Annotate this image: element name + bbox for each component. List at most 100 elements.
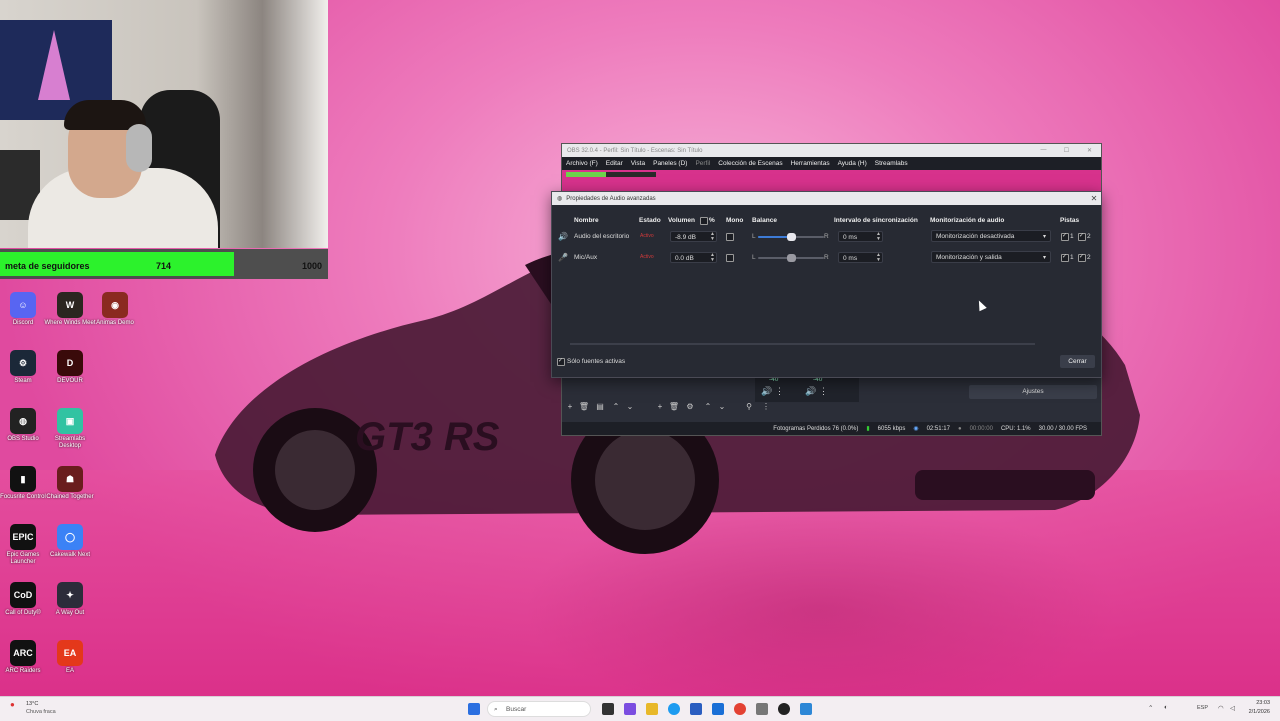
task-view-icon[interactable] bbox=[602, 703, 614, 715]
store-icon[interactable] bbox=[690, 703, 702, 715]
mono-checkbox[interactable] bbox=[726, 233, 734, 241]
weather-temp[interactable]: 13°C bbox=[26, 701, 38, 707]
monitoring-select[interactable]: Monitorización y salida ▾ bbox=[931, 251, 1051, 263]
desktop-icon[interactable]: ◯ Cakewalk Next bbox=[44, 524, 96, 559]
app-icon: ARC bbox=[10, 640, 36, 666]
wifi-icon[interactable]: ◠ bbox=[1218, 704, 1224, 712]
menu-item[interactable]: Archivo (F) bbox=[562, 160, 602, 167]
arrow-up-icon[interactable]: ⌃ bbox=[702, 402, 714, 412]
maximize-icon[interactable]: ☐ bbox=[1055, 147, 1078, 154]
menu-item[interactable]: Herramientas bbox=[787, 160, 834, 167]
desktop-icon[interactable]: ☺ Discord bbox=[0, 292, 49, 327]
volume-spinbox[interactable]: -8.9 dB ▲ ▼ bbox=[670, 231, 717, 242]
menu-item[interactable]: Paneles (D) bbox=[649, 160, 691, 167]
menu-item[interactable]: Colección de Escenas bbox=[714, 160, 786, 167]
more-vertical-icon[interactable]: ⋮ bbox=[775, 386, 784, 397]
desktop-icon[interactable]: ⚙ Steam bbox=[0, 350, 49, 385]
minimize-icon[interactable]: — bbox=[1032, 147, 1055, 154]
close-button[interactable]: Cerrar bbox=[1060, 355, 1095, 368]
clock-date[interactable]: 2/1/2026 bbox=[1240, 709, 1270, 715]
desktop-icon[interactable]: ☗ Chained Together bbox=[44, 466, 96, 501]
track1-checkbox[interactable] bbox=[1061, 232, 1069, 241]
filter-icon[interactable]: ▤ bbox=[594, 402, 606, 412]
speaker-icon[interactable]: 🔊 bbox=[805, 386, 816, 397]
desktop-icon[interactable]: ARC ARC Raiders bbox=[0, 640, 49, 675]
desktop-icon[interactable]: EPIC Epic Games Launcher bbox=[0, 524, 49, 566]
desktop-icon[interactable]: ▮ Focusrite Control bbox=[0, 466, 49, 501]
only-active-checkbox[interactable] bbox=[557, 357, 565, 366]
app-icon: ✦ bbox=[57, 582, 83, 608]
arrow-down-icon[interactable]: ⌄ bbox=[624, 402, 636, 412]
spin-arrows-icon[interactable]: ▲ ▼ bbox=[876, 232, 881, 242]
desktop-icon[interactable]: CoD Call of Duty® bbox=[0, 582, 49, 617]
mono-checkbox[interactable] bbox=[726, 254, 734, 262]
language-indicator[interactable]: ESP bbox=[1197, 705, 1208, 711]
menu-item[interactable]: Ayuda (H) bbox=[834, 160, 871, 167]
settings-button[interactable]: Ajustes bbox=[969, 385, 1097, 399]
desktop-icon-label: Steam bbox=[14, 378, 32, 384]
volume-spinbox[interactable]: 0.0 dB ▲ ▼ bbox=[670, 252, 717, 263]
menu-item[interactable]: Perfil bbox=[691, 160, 714, 167]
start-icon[interactable] bbox=[468, 703, 480, 715]
advanced-audio-dialog[interactable]: ◍ Propiedades de Audio avanzadas ✕ Nombr… bbox=[551, 191, 1102, 378]
menu-item[interactable]: Streamlabs bbox=[871, 160, 912, 167]
gear-icon[interactable]: ⚙ bbox=[684, 402, 696, 412]
header-tracks: Pistas bbox=[1060, 217, 1080, 224]
clock-time[interactable]: 23:03 bbox=[1244, 700, 1270, 706]
sync-offset-spinbox[interactable]: 0 ms ▲ ▼ bbox=[838, 231, 883, 242]
desktop-icon[interactable]: ◍ OBS Studio bbox=[0, 408, 49, 443]
balance-slider-knob[interactable] bbox=[787, 254, 796, 262]
desktop-icon[interactable]: EA EA bbox=[44, 640, 96, 675]
balance-slider[interactable] bbox=[758, 254, 824, 262]
horizontal-scrollbar[interactable] bbox=[570, 343, 1035, 345]
balance-slider-knob[interactable] bbox=[787, 233, 796, 241]
add-icon[interactable]: + bbox=[564, 402, 576, 412]
more-vertical-icon[interactable]: ⋮ bbox=[760, 402, 772, 412]
desktop-icon[interactable]: ▣ Streamlabs Desktop bbox=[44, 408, 96, 450]
menu-item[interactable]: Editar bbox=[602, 160, 627, 167]
track1-checkbox[interactable] bbox=[1061, 253, 1069, 262]
desktop-icon[interactable]: ◉ Animas Demo bbox=[89, 292, 141, 327]
sync-offset-spinbox[interactable]: 0 ms ▲ ▼ bbox=[838, 252, 883, 263]
close-icon[interactable]: ✕ bbox=[1078, 147, 1101, 154]
obs-preview[interactable] bbox=[562, 170, 1101, 192]
trash-icon[interactable]: 🗑 bbox=[578, 402, 590, 412]
desktop-icon[interactable]: ✦ A Way Out bbox=[44, 582, 96, 617]
trash-icon[interactable]: 🗑 bbox=[668, 402, 680, 412]
file-explorer-icon[interactable] bbox=[646, 703, 658, 715]
chevron-up-icon[interactable]: ⌃ bbox=[1148, 704, 1153, 712]
desktop-icon-label: DEVOUR bbox=[57, 378, 83, 384]
more-vertical-icon[interactable]: ⋮ bbox=[819, 386, 828, 397]
spin-arrows-icon[interactable]: ▲ ▼ bbox=[710, 232, 715, 242]
link-icon[interactable]: ⚲ bbox=[743, 402, 755, 412]
spin-arrows-icon[interactable]: ▲ ▼ bbox=[876, 253, 881, 263]
spin-arrows-icon[interactable]: ▲ ▼ bbox=[710, 253, 715, 263]
app-icon: W bbox=[57, 292, 83, 318]
arrow-up-icon[interactable]: ⌃ bbox=[610, 402, 622, 412]
monitoring-select[interactable]: Monitorización desactivada ▾ bbox=[931, 230, 1051, 242]
desktop-icon[interactable]: D DEVOUR bbox=[44, 350, 96, 385]
taskbar-search[interactable]: ⌕ Buscar bbox=[487, 701, 591, 717]
tray-icon[interactable]: ◐ bbox=[1164, 704, 1168, 711]
percent-checkbox[interactable] bbox=[700, 217, 708, 225]
volume-icon[interactable]: ◁ bbox=[1230, 704, 1235, 712]
balance-slider[interactable] bbox=[758, 233, 824, 241]
mail-icon[interactable] bbox=[712, 703, 724, 715]
chrome-icon[interactable] bbox=[734, 703, 746, 715]
add-icon[interactable]: + bbox=[654, 402, 666, 412]
app-taskbar-icon[interactable] bbox=[800, 703, 812, 715]
weather-desc[interactable]: Chuva fraca bbox=[26, 709, 56, 715]
weather-icon[interactable]: ● bbox=[10, 700, 15, 709]
settings-icon[interactable] bbox=[756, 703, 768, 715]
track2-checkbox[interactable] bbox=[1078, 232, 1086, 241]
dialog-titlebar[interactable]: ◍ Propiedades de Audio avanzadas ✕ bbox=[552, 192, 1101, 205]
close-icon[interactable]: ✕ bbox=[1087, 194, 1101, 203]
edge-icon[interactable] bbox=[668, 703, 680, 715]
speaker-icon[interactable]: 🔊 bbox=[761, 386, 772, 397]
track2-checkbox[interactable] bbox=[1078, 253, 1086, 262]
menu-item[interactable]: Vista bbox=[627, 160, 649, 167]
arrow-down-icon[interactable]: ⌄ bbox=[716, 402, 728, 412]
copilot-icon[interactable] bbox=[624, 703, 636, 715]
obs-taskbar-icon[interactable] bbox=[778, 703, 790, 715]
obs-titlebar[interactable]: OBS 32.0.4 - Perfil: Sin Título - Escena… bbox=[562, 144, 1101, 157]
